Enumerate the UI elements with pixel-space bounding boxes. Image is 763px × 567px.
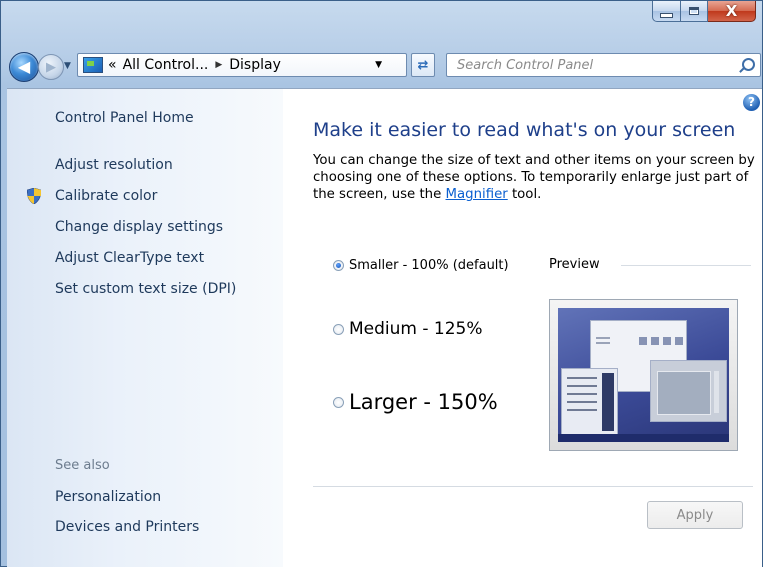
personalization-link[interactable]: Personalization: [55, 489, 161, 505]
option-larger[interactable]: Larger - 150%: [333, 390, 498, 414]
breadcrumb-display[interactable]: Display: [229, 57, 281, 73]
adjust-cleartype-link[interactable]: Adjust ClearType text: [55, 250, 204, 266]
control-panel-home-link[interactable]: Control Panel Home: [55, 110, 194, 126]
task-pane: Control Panel Home Adjust resolution Cal…: [7, 89, 283, 567]
preview-label: Preview: [549, 257, 600, 272]
maximize-button[interactable]: [681, 1, 708, 22]
navigation-bar: ◀ ▶ ▼ « All Control... ▶ Display ▼ ⇄: [1, 34, 762, 88]
forward-button[interactable]: ▶: [38, 54, 64, 80]
description-part-2: tool.: [507, 187, 542, 202]
option-smaller[interactable]: Smaller - 100% (default): [333, 258, 509, 273]
adjust-resolution-link[interactable]: Adjust resolution: [55, 157, 173, 173]
preview-divider: [621, 265, 751, 266]
search-icon[interactable]: [742, 58, 755, 71]
preview-start-menu: [561, 368, 618, 436]
change-display-settings-link[interactable]: Change display settings: [55, 219, 223, 235]
close-button[interactable]: X: [708, 1, 756, 22]
radio-larger[interactable]: [333, 396, 344, 408]
page-title: Make it easier to read what's on your sc…: [313, 119, 736, 141]
help-icon[interactable]: ?: [743, 94, 760, 111]
content-area: Control Panel Home Adjust resolution Cal…: [7, 88, 762, 567]
close-icon: X: [725, 1, 738, 20]
breadcrumb-all-control-panel[interactable]: All Control...: [123, 57, 209, 73]
radio-smaller[interactable]: [333, 260, 344, 271]
preview-desktop: [558, 308, 729, 442]
set-custom-text-size-link[interactable]: Set custom text size (DPI): [55, 281, 236, 297]
calibrate-color-link[interactable]: Calibrate color: [55, 188, 157, 204]
preview-window-front: [650, 360, 727, 422]
control-panel-window: X ◀ ▶ ▼ « All Control... ▶ Display ▼ ⇄ C…: [0, 0, 763, 567]
breadcrumb-separator-icon[interactable]: ▶: [215, 60, 222, 70]
minimize-button[interactable]: [652, 1, 681, 22]
preview-taskbar: [558, 434, 729, 442]
magnifier-link[interactable]: Magnifier: [446, 187, 508, 202]
option-smaller-label[interactable]: Smaller - 100% (default): [349, 258, 509, 273]
breadcrumb-overflow[interactable]: «: [108, 57, 117, 73]
minimize-icon: [660, 12, 673, 18]
uac-shield-icon: [27, 188, 41, 204]
refresh-button[interactable]: ⇄: [411, 53, 435, 77]
preview-image: [549, 299, 738, 451]
description-text: You can change the size of text and othe…: [313, 152, 758, 203]
apply-button[interactable]: Apply: [647, 501, 743, 529]
footer-divider: [313, 486, 753, 487]
main-panel: ? Make it easier to read what's on your …: [283, 89, 762, 567]
maximize-icon: [689, 7, 699, 15]
refresh-icon: ⇄: [417, 57, 429, 73]
option-larger-label[interactable]: Larger - 150%: [349, 390, 498, 414]
arrow-left-icon: ◀: [17, 57, 31, 76]
recent-pages-dropdown[interactable]: ▼: [64, 61, 73, 71]
window-controls: X: [652, 1, 756, 23]
control-panel-icon: [83, 57, 103, 73]
see-also-heading: See also: [55, 458, 110, 473]
option-medium[interactable]: Medium - 125%: [333, 319, 483, 339]
title-bar[interactable]: X: [1, 1, 762, 33]
radio-medium[interactable]: [333, 323, 344, 335]
search-input[interactable]: [457, 57, 727, 73]
back-button[interactable]: ◀: [9, 52, 39, 82]
devices-and-printers-link[interactable]: Devices and Printers: [55, 519, 199, 535]
address-dropdown-icon[interactable]: ▼: [375, 60, 382, 70]
search-box: [446, 53, 761, 77]
address-bar[interactable]: « All Control... ▶ Display ▼: [77, 53, 407, 77]
arrow-right-icon: ▶: [46, 59, 56, 75]
option-medium-label[interactable]: Medium - 125%: [349, 319, 483, 339]
